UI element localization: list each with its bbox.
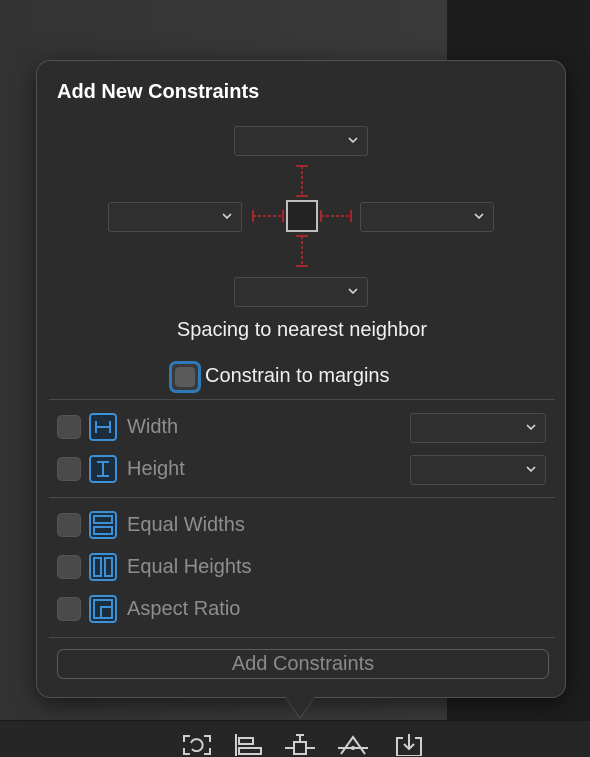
chevron-down-icon xyxy=(348,137,358,144)
selected-view-square xyxy=(286,200,318,232)
chevron-down-icon xyxy=(474,213,484,220)
add-constraints-button[interactable]: Add Constraints xyxy=(57,649,549,679)
left-constraint-line[interactable] xyxy=(250,206,286,226)
chevron-down-icon xyxy=(348,288,358,295)
aspect-ratio-label: Aspect Ratio xyxy=(127,598,241,620)
equal-heights-checkbox[interactable] xyxy=(57,555,81,579)
top-spacing-dropdown[interactable] xyxy=(234,126,368,156)
bottom-constraint-line[interactable] xyxy=(292,233,312,269)
top-constraint-line[interactable] xyxy=(292,163,312,199)
chevron-down-icon xyxy=(526,466,536,473)
equal-heights-label: Equal Heights xyxy=(127,556,252,578)
embed-icon[interactable] xyxy=(394,734,424,756)
height-label: Height xyxy=(127,458,185,480)
width-value-dropdown[interactable] xyxy=(410,413,546,443)
resolve-issues-icon[interactable] xyxy=(338,734,368,756)
chevron-down-icon xyxy=(222,213,232,220)
popover-arrow-fill xyxy=(285,696,315,717)
right-spacing-dropdown[interactable] xyxy=(360,202,494,232)
width-label: Width xyxy=(127,416,179,438)
equal-widths-checkbox[interactable] xyxy=(57,513,81,537)
left-spacing-dropdown[interactable] xyxy=(108,202,242,232)
constrain-margins-checkbox[interactable] xyxy=(169,361,201,393)
width-checkbox[interactable] xyxy=(57,415,81,439)
height-checkbox[interactable] xyxy=(57,457,81,481)
height-icon xyxy=(89,455,117,483)
divider xyxy=(49,637,555,638)
constrain-margins-label: Constrain to margins xyxy=(205,365,390,387)
equal-heights-icon xyxy=(89,553,117,581)
divider xyxy=(49,399,555,400)
update-frames-icon[interactable] xyxy=(182,734,212,756)
aspect-ratio-checkbox[interactable] xyxy=(57,597,81,621)
equal-widths-label: Equal Widths xyxy=(127,514,245,536)
aspect-ratio-icon xyxy=(89,595,117,623)
spacing-label: Spacing to nearest neighbor xyxy=(176,319,428,341)
align-icon[interactable] xyxy=(233,734,263,756)
divider xyxy=(49,497,555,498)
popover-title: Add New Constraints xyxy=(57,81,260,103)
chevron-down-icon xyxy=(526,424,536,431)
bottom-spacing-dropdown[interactable] xyxy=(234,277,368,307)
add-constraints-popover: Add New Constraints Spacing to nearest n… xyxy=(36,60,566,698)
add-constraints-icon[interactable] xyxy=(285,734,315,756)
width-icon xyxy=(89,413,117,441)
right-constraint-line[interactable] xyxy=(318,206,354,226)
equal-widths-icon xyxy=(89,511,117,539)
height-value-dropdown[interactable] xyxy=(410,455,546,485)
